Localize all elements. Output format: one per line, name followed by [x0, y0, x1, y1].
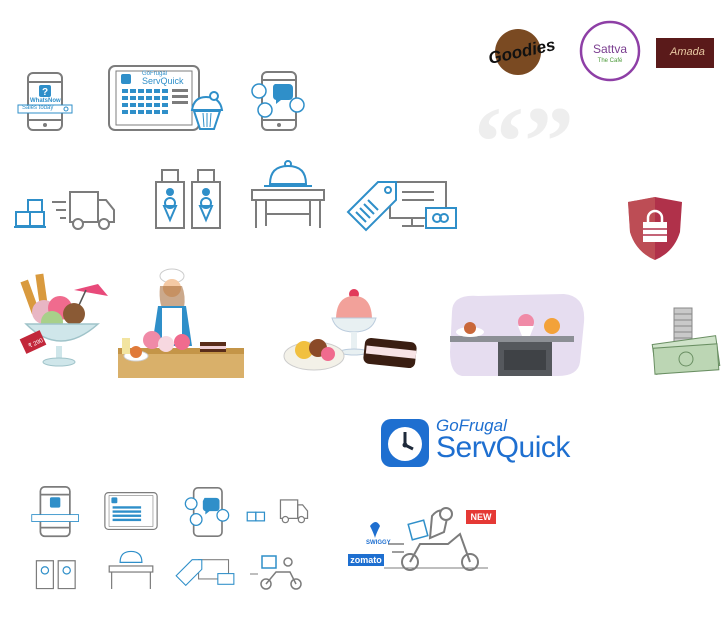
servquick-tablet-icon: GoFrugal ServQuick — [108, 65, 226, 133]
sattva-logo-name: Sattva — [592, 42, 628, 56]
serving-cart-small-icon — [108, 546, 154, 592]
icecream-sundae-illustration: ₹ 290 — [16, 272, 108, 368]
whatsnow-phone-small-icon — [30, 486, 82, 538]
main-logo-product: ServQuick — [436, 431, 570, 464]
whatsnow-label: WhatsNow — [30, 98, 61, 104]
amada-logo: Amada — [656, 38, 714, 68]
chef-counter-illustration — [116, 268, 246, 380]
price-tag-billing-icon — [344, 176, 460, 234]
zomato-label: zomato — [348, 554, 384, 566]
new-badge: NEW — [466, 510, 496, 524]
scooter-delivery-small-icon — [248, 554, 308, 590]
serving-cart-icon — [250, 160, 326, 230]
sattva-logo-sub: The Café — [597, 58, 623, 64]
feedback-phone-small-icon — [182, 486, 232, 538]
desserts-illustration — [282, 282, 422, 380]
sattva-logo: Sattva The Café — [579, 20, 641, 82]
quote-marks-icon: “” — [474, 86, 574, 197]
price-tag-billing-small-icon — [174, 556, 236, 588]
svg-text:?: ? — [42, 87, 48, 98]
delivery-truck-icon — [14, 186, 118, 234]
goodies-logo: Goodies — [486, 28, 557, 78]
money-cash-illustration — [650, 304, 722, 376]
servquick-main-logo: GoFrugal ServQuick — [380, 416, 580, 468]
feedback-phone-icon — [248, 70, 308, 132]
delivery-truck-small-icon — [246, 496, 310, 526]
clock-icon — [381, 419, 429, 467]
tablet-product-label: ServQuick — [142, 76, 184, 86]
food-delivery-illustration: NEW SWIGGY zomato — [348, 504, 498, 574]
secure-bag-shield-icon — [624, 196, 686, 262]
kitchen-counter-illustration — [448, 292, 588, 378]
amada-logo-text: Amada — [670, 46, 705, 58]
swiggy-label: SWIGGY — [366, 540, 391, 546]
icecream-packs-small-icon — [34, 552, 80, 590]
whatsnow-phone-icon: ? WhatsNow Sales today — [16, 72, 76, 132]
sales-today-label: Sales today — [22, 105, 54, 111]
servquick-tablet-small-icon — [104, 492, 158, 530]
icecream-packs-icon — [152, 168, 228, 230]
